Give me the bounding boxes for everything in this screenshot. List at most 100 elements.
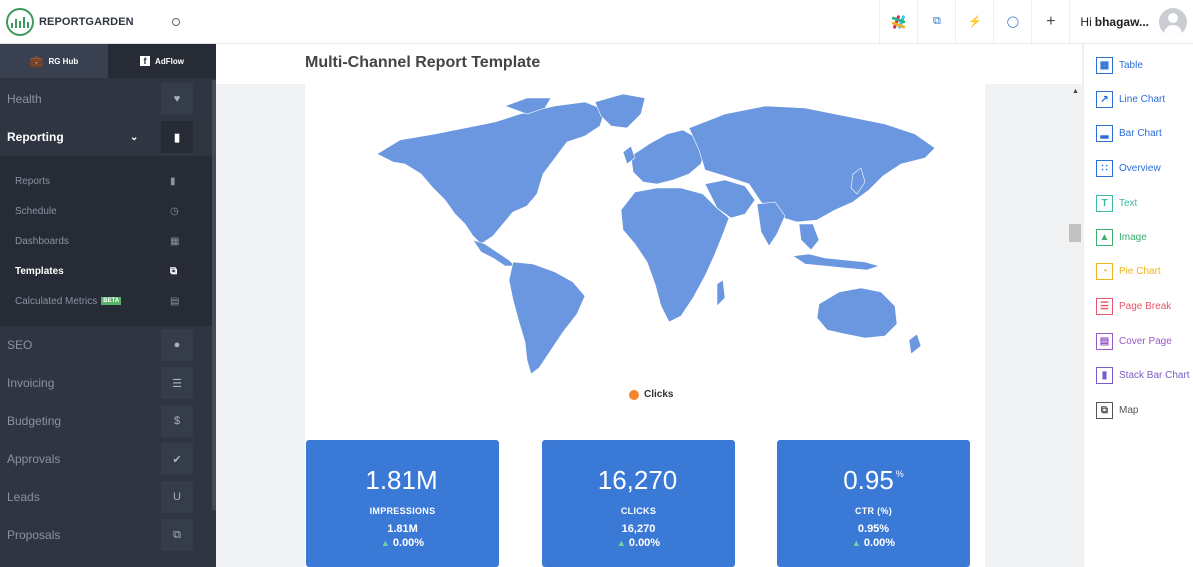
- sidebar-item-templates[interactable]: Templates ⧉: [0, 256, 216, 286]
- line-chart-icon: ↗: [1096, 91, 1113, 108]
- sidebar-toggle-icon[interactable]: [172, 17, 180, 26]
- sidebar-item-label: Proposals: [7, 528, 61, 542]
- widget-label: Line Chart: [1119, 94, 1166, 105]
- reporting-submenu: Reports ▮ Schedule ◷ Dashboards ▦ Templa…: [0, 156, 216, 326]
- slack-button[interactable]: [879, 0, 917, 43]
- map-region-central-america: [472, 239, 516, 267]
- kpi-card-ctr[interactable]: 0.95% CTR (%) 0.95% ▲ 0.00%: [777, 440, 970, 567]
- sidebar-item-proposals[interactable]: Proposals ⧉: [0, 516, 216, 554]
- user-name: bhagaw...: [1094, 14, 1149, 29]
- dashboard-icon: ▦: [170, 235, 180, 247]
- scroll-thumb[interactable]: [1069, 224, 1081, 242]
- map-region-africa: [620, 187, 730, 323]
- widget-text[interactable]: T Text: [1096, 195, 1137, 212]
- sidebar-item-dashboards[interactable]: Dashboards ▦: [0, 226, 216, 256]
- map-icon: ⧉: [1096, 402, 1113, 419]
- main-scrollbar[interactable]: ▲: [1069, 84, 1082, 567]
- logo-bar: REPORTGARDEN: [0, 0, 216, 44]
- arrow-up-icon: ▲: [616, 538, 626, 548]
- widget-page-break[interactable]: ☰ Page Break: [1096, 298, 1171, 315]
- app-root: REPORTGARDEN 💼 RG Hub f AdFlow Health ♥ …: [0, 0, 1193, 567]
- bulb-button[interactable]: ◯: [993, 0, 1031, 43]
- widget-overview[interactable]: ∷ Overview: [1096, 160, 1161, 177]
- widget-line-chart[interactable]: ↗ Line Chart: [1096, 91, 1165, 108]
- user-menu[interactable]: Hi bhagaw...: [1069, 0, 1193, 43]
- scroll-up-icon[interactable]: ▲: [1072, 88, 1079, 95]
- brand-name: REPORTGARDEN: [39, 15, 134, 28]
- copy-icon: ⧉: [170, 265, 178, 277]
- title-strip: Multi-Channel Report Template: [216, 44, 1082, 84]
- widget-bar-chart[interactable]: ▂ Bar Chart: [1096, 125, 1162, 142]
- calculator-icon: ▤: [170, 295, 180, 307]
- heart-icon: ♥: [161, 83, 193, 115]
- pie-chart-icon: ◔: [1096, 263, 1113, 280]
- sidebar-item-label: Calculated Metrics: [15, 295, 98, 307]
- sidebar-item-calculated-metrics[interactable]: Calculated Metrics BETA ▤: [0, 286, 216, 316]
- sidebar-item-approvals[interactable]: Approvals ✔: [0, 440, 216, 478]
- sidebar-item-reports[interactable]: Reports ▮: [0, 166, 216, 196]
- dollar-icon: $: [161, 405, 193, 437]
- sidebar-item-label: SEO: [7, 338, 33, 352]
- widget-label: Cover Page: [1119, 336, 1172, 347]
- widget-label: Overview: [1119, 163, 1161, 174]
- widget-label: Stack Bar Chart: [1119, 370, 1190, 381]
- widget-label: Pie Chart: [1119, 266, 1161, 277]
- widget-label: Text: [1119, 198, 1138, 209]
- widget-table[interactable]: ▦ Table: [1096, 57, 1143, 74]
- globe-icon: ●: [161, 329, 193, 361]
- page-title[interactable]: Multi-Channel Report Template: [305, 54, 540, 72]
- logo-icon[interactable]: [6, 7, 34, 36]
- cover-page-icon: ▤: [1096, 333, 1113, 350]
- world-map[interactable]: [305, 84, 985, 384]
- copy-button[interactable]: ⧉: [917, 0, 955, 43]
- tab-adflow-label: AdFlow: [155, 56, 184, 66]
- add-button[interactable]: +: [1031, 0, 1069, 43]
- sidebar-item-label: Leads: [7, 490, 40, 504]
- tab-rg-hub[interactable]: 💼 RG Hub: [0, 44, 108, 78]
- sidebar-item-health[interactable]: Health ♥: [0, 80, 216, 118]
- map-region-southeast-asia: [798, 223, 820, 251]
- slack-icon: [891, 14, 907, 30]
- bolt-button[interactable]: ⚡: [955, 0, 993, 43]
- page-break-icon: ☰: [1096, 298, 1113, 315]
- arrow-up-icon: ▲: [851, 538, 861, 548]
- map-region-new-zealand: [908, 333, 922, 355]
- widget-cover-page[interactable]: ▤ Cover Page: [1096, 333, 1172, 350]
- file-icon: ▮: [170, 175, 176, 187]
- avatar[interactable]: [1159, 7, 1187, 36]
- kpi-label: CTR (%): [854, 506, 893, 516]
- files-icon: ⧉: [161, 519, 193, 551]
- sidebar-item-label: Reporting: [7, 130, 64, 144]
- sidebar-item-label: Approvals: [7, 452, 61, 466]
- sidebar-item-reporting[interactable]: Reporting ⌄ ▮: [0, 118, 216, 156]
- bar-chart-icon: ▂: [1096, 125, 1113, 142]
- map-legend[interactable]: Clicks: [629, 389, 673, 400]
- kpi-change: ▲ 0.00%: [851, 537, 896, 549]
- tab-rg-hub-label: RG Hub: [48, 56, 79, 66]
- kpi-label: IMPRESSIONS: [369, 506, 436, 516]
- widget-image[interactable]: ▲ Image: [1096, 229, 1147, 246]
- widget-panel: ▦ Table ↗ Line Chart ▂ Bar Chart ∷ Overv…: [1083, 44, 1193, 567]
- sidebar-item-invoicing[interactable]: Invoicing ☰: [0, 364, 216, 402]
- kpi-card-impressions[interactable]: 1.81M IMPRESSIONS 1.81M ▲ 0.00%: [306, 440, 499, 567]
- kpi-card-clicks[interactable]: 16,270 CLICKS 16,270 ▲ 0.00%: [542, 440, 735, 567]
- sidebar-item-budgeting[interactable]: Budgeting $: [0, 402, 216, 440]
- report-canvas: Clicks 1.81M IMPRESSIONS 1.81M ▲ 0.00% 1…: [305, 84, 985, 567]
- sidebar-item-leads[interactable]: Leads U: [0, 478, 216, 516]
- kpi-change: ▲ 0.00%: [380, 537, 425, 549]
- top-actions: ⧉ ⚡ ◯ + Hi bhagaw...: [879, 0, 1193, 43]
- widget-stack-bar-chart[interactable]: ▮ Stack Bar Chart: [1096, 367, 1190, 384]
- chevron-down-icon: ⌄: [130, 131, 139, 143]
- overview-icon: ∷: [1096, 160, 1113, 177]
- sidebar-item-label: Invoicing: [7, 376, 55, 390]
- thumbs-up-icon: ✔: [161, 443, 193, 475]
- map-region-indonesia: [792, 253, 881, 271]
- sidebar-scrollbar[interactable]: [212, 80, 216, 510]
- bolt-icon: ⚡: [968, 16, 982, 28]
- map-region-australia: [816, 287, 898, 339]
- sidebar-item-schedule[interactable]: Schedule ◷: [0, 196, 216, 226]
- widget-map[interactable]: ⧉ Map: [1096, 402, 1138, 419]
- sidebar-item-seo[interactable]: SEO ●: [0, 326, 216, 364]
- widget-pie-chart[interactable]: ◔ Pie Chart: [1096, 263, 1161, 280]
- tab-adflow[interactable]: f AdFlow: [108, 44, 216, 78]
